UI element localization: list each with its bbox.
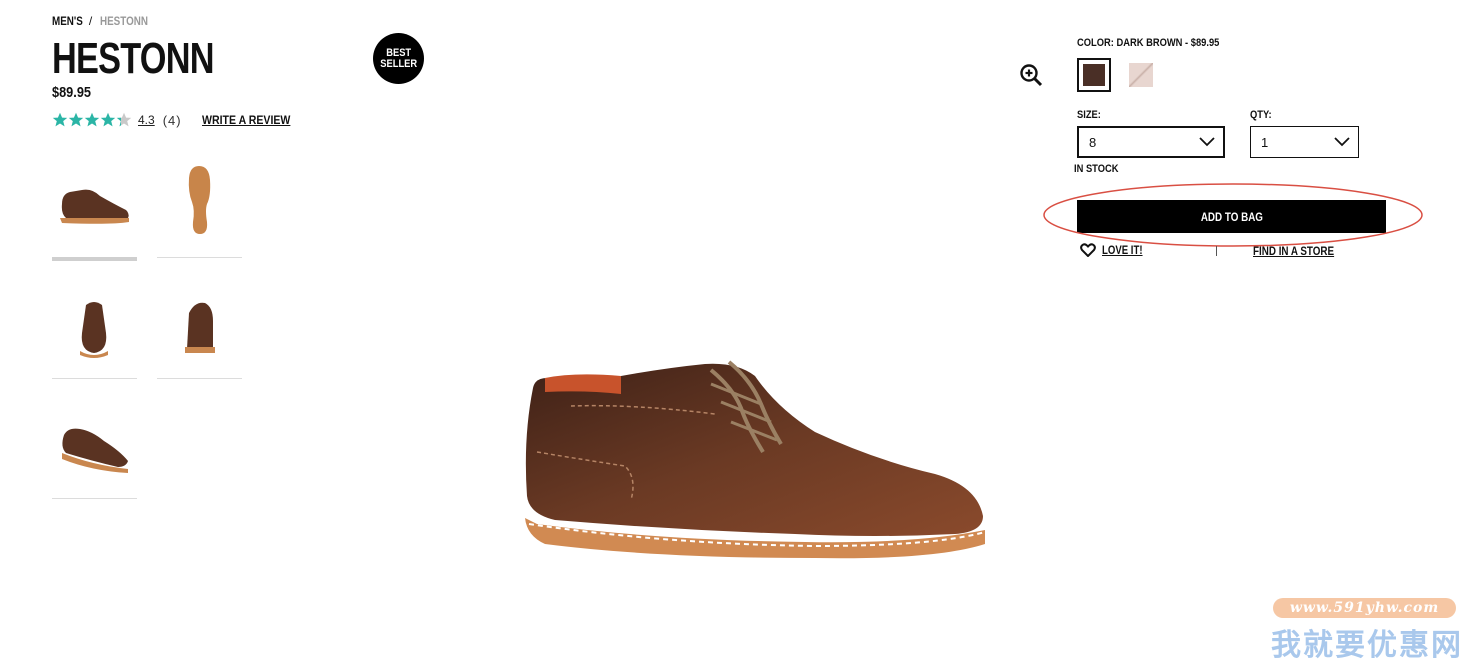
thumbnail-3[interactable] [52, 273, 137, 379]
highlight-ellipse-annotation [1043, 183, 1423, 247]
size-select-value: 8 [1089, 134, 1097, 150]
watermark-text: 我就要优惠网 [1271, 629, 1463, 662]
heart-icon [1080, 243, 1096, 257]
breadcrumb: MEN'S / HESTONN [52, 14, 158, 28]
qty-select[interactable]: 1 [1250, 126, 1359, 158]
stock-status: IN STOCK [1074, 163, 1119, 175]
chevron-down-icon [1334, 137, 1350, 147]
love-it-link[interactable]: LOVE IT! [1080, 243, 1153, 257]
rating-value-link[interactable]: 4.3 [138, 113, 155, 127]
breadcrumb-separator: / [88, 14, 93, 28]
star-icon [84, 112, 100, 127]
shoe-sole-thumbnail-image [188, 166, 211, 234]
thumbnail-divider [52, 498, 137, 499]
thumbnail-divider [157, 257, 242, 258]
thumbnail-1[interactable] [52, 152, 137, 261]
size-select[interactable]: 8 [1077, 126, 1225, 158]
zoom-in-icon[interactable] [1019, 63, 1043, 87]
thumbnail-divider [52, 378, 137, 379]
love-it-label: LOVE IT! [1102, 243, 1143, 257]
product-title: HESTONN [52, 34, 214, 83]
shoe-back-thumbnail-image [185, 302, 215, 353]
thumbnail-divider [157, 378, 242, 379]
best-seller-line2: SELLER [380, 57, 417, 70]
star-icon [68, 112, 84, 127]
star-icon [116, 112, 132, 127]
watermark-url: www.591yhw.com [1273, 598, 1456, 618]
thumbnail-2[interactable] [157, 152, 242, 258]
swatch-blush[interactable] [1129, 63, 1153, 87]
star-icon [100, 112, 116, 127]
rating-row: 4.3 (4) WRITE A REVIEW [52, 112, 302, 128]
write-review-link[interactable]: WRITE A REVIEW [202, 113, 290, 127]
find-in-store-link[interactable]: FIND IN A STORE [1253, 244, 1334, 258]
thumbnail-1-active-indicator [52, 257, 137, 261]
qty-select-value: 1 [1261, 134, 1269, 150]
qty-label: QTY: [1250, 109, 1272, 121]
main-product-image [525, 360, 986, 559]
shoe-front-thumbnail-image [80, 302, 108, 358]
color-label: COLOR: DARK BROWN - $89.95 [1077, 37, 1220, 49]
chevron-down-icon [1199, 137, 1215, 147]
breadcrumb-current: HESTONN [99, 14, 148, 28]
star-icon [52, 112, 68, 127]
swatch-dark-brown[interactable] [1077, 58, 1111, 92]
action-divider [1216, 246, 1217, 256]
product-price: $89.95 [52, 84, 92, 101]
thumbnail-4[interactable] [157, 273, 242, 379]
shoe-angle-thumbnail-image [62, 428, 128, 473]
size-label: SIZE: [1077, 109, 1101, 121]
swatch-dark-brown-fill [1083, 64, 1105, 86]
shoe-side-thumbnail-image [60, 189, 129, 224]
best-seller-badge: BEST SELLER [373, 33, 424, 84]
thumbnail-5[interactable] [52, 393, 137, 499]
rating-count: (4) [162, 112, 182, 128]
breadcrumb-link-mens[interactable]: MEN'S [52, 14, 83, 28]
